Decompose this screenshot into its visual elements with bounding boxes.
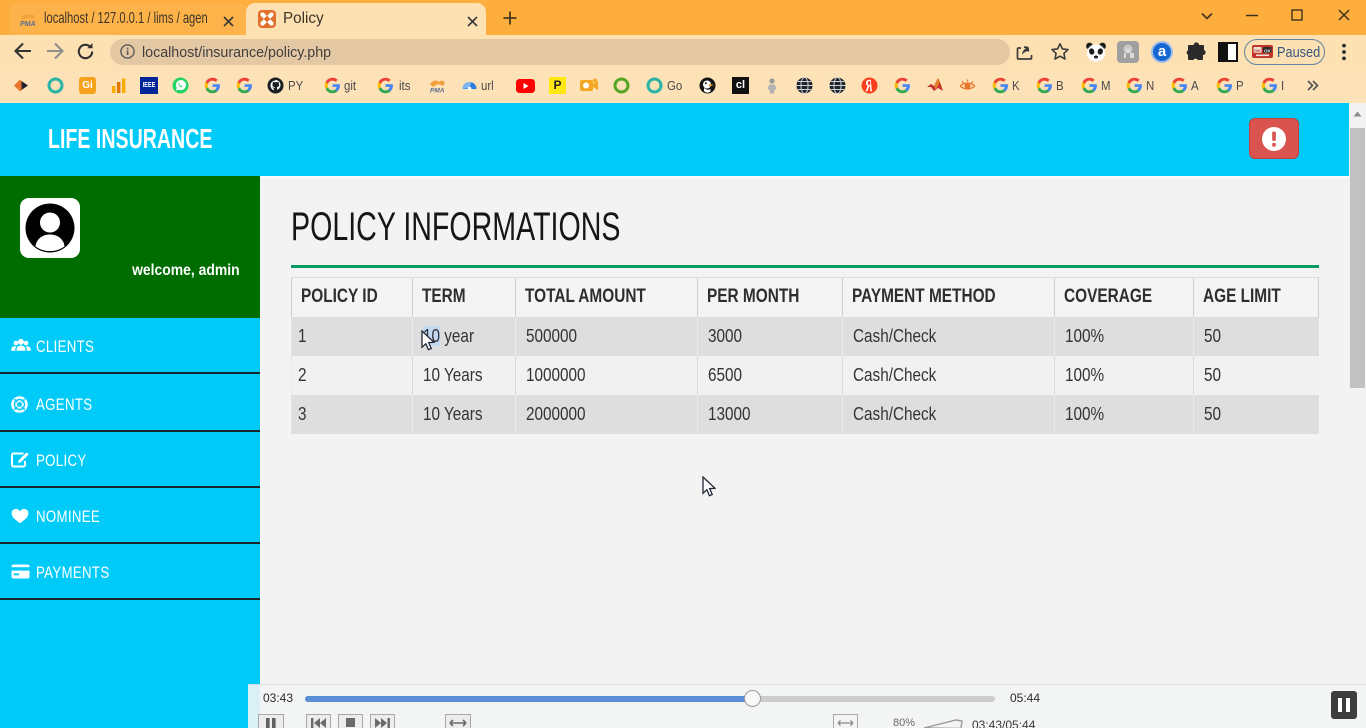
svg-text:OK: OK xyxy=(1264,48,1272,53)
svg-text:PMA: PMA xyxy=(430,88,445,95)
svg-text:OK: OK xyxy=(1254,48,1262,53)
svg-text:PMA: PMA xyxy=(20,21,36,28)
